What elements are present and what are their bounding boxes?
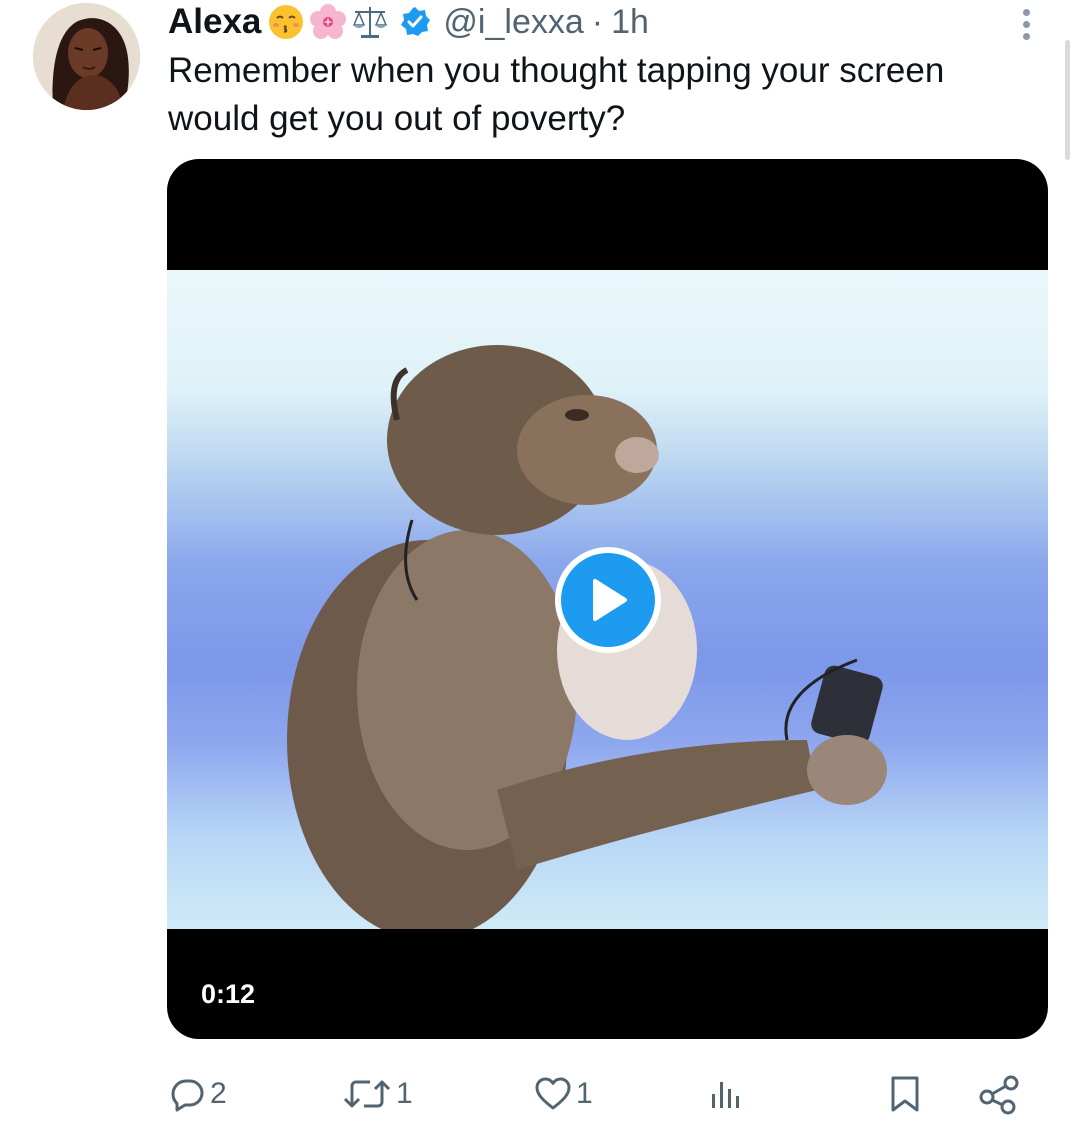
repost-icon bbox=[343, 1080, 391, 1108]
more-options-icon[interactable] bbox=[1016, 6, 1036, 40]
share-icon bbox=[979, 1075, 1019, 1115]
verified-badge-icon bbox=[401, 7, 431, 36]
kissing-face-emoji bbox=[269, 5, 304, 39]
views-icon bbox=[712, 1082, 739, 1108]
repost-button[interactable]: 1 bbox=[342, 1064, 413, 1124]
balance-scale-emoji bbox=[353, 7, 388, 38]
reply-button[interactable]: 2 bbox=[170, 1064, 227, 1124]
tweet-actions: 2 1 1 bbox=[168, 1064, 1028, 1124]
share-button[interactable] bbox=[978, 1064, 1020, 1124]
scrollbar[interactable] bbox=[1065, 40, 1070, 160]
play-button[interactable] bbox=[555, 547, 661, 653]
bookmark-button[interactable] bbox=[888, 1064, 922, 1124]
separator-dot: · bbox=[591, 2, 604, 41]
reply-icon bbox=[171, 1079, 204, 1112]
tweet-text: Remember when you thought tapping your s… bbox=[168, 51, 945, 138]
play-icon bbox=[593, 579, 627, 621]
name-emojis bbox=[267, 3, 389, 41]
views-button[interactable] bbox=[708, 1064, 744, 1124]
author-handle[interactable]: @i_lexxa bbox=[443, 3, 583, 42]
video-duration: 0:12 bbox=[201, 979, 256, 1009]
like-count: 1 bbox=[576, 1077, 593, 1110]
author-avatar[interactable] bbox=[33, 3, 140, 110]
cherry-blossom-emoji bbox=[310, 4, 347, 39]
repost-count: 1 bbox=[396, 1077, 413, 1110]
reply-count: 2 bbox=[210, 1077, 227, 1110]
timestamp[interactable]: 1h bbox=[611, 3, 649, 42]
heart-icon bbox=[535, 1077, 571, 1110]
tweet-header: Alexa @i_lexxa · 1h bbox=[168, 0, 649, 44]
like-button[interactable]: 1 bbox=[534, 1064, 593, 1124]
video-player[interactable]: 0:12 bbox=[167, 159, 1048, 1039]
bookmark-icon bbox=[891, 1076, 919, 1112]
author-name[interactable]: Alexa bbox=[168, 2, 261, 42]
